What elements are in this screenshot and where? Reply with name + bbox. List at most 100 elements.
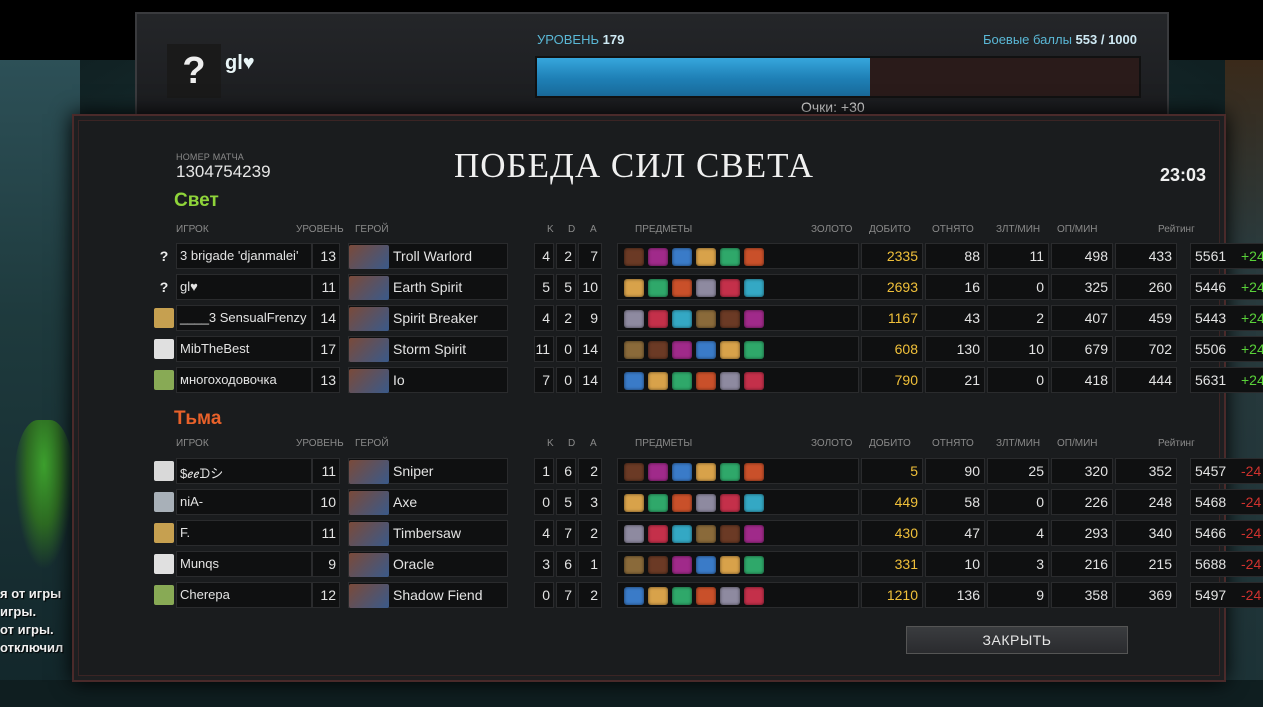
item-icon[interactable] bbox=[744, 525, 764, 543]
item-icon[interactable] bbox=[672, 494, 692, 512]
experience-per-minute: 248 bbox=[1148, 494, 1172, 510]
player-row[interactable]: $ℯℯᗪシ 11 Sniper 1 6 2 5 90 25 320 352 5457 -24 bbox=[150, 458, 1263, 484]
player-row[interactable]: F. 11 Timbersaw 4 7 2 430 47 4 293 340 5466 -24 bbox=[150, 520, 1263, 546]
item-icon[interactable] bbox=[624, 341, 644, 359]
item-icon[interactable] bbox=[720, 525, 740, 543]
chat-message: игры. bbox=[0, 604, 37, 619]
item-icon[interactable] bbox=[672, 341, 692, 359]
player-name[interactable]: ____3 SensualFrenzy bbox=[180, 310, 306, 325]
item-icon[interactable] bbox=[672, 463, 692, 481]
player-row[interactable]: ? gl♥ 11 Earth Spirit 5 5 10 2693 16 0 325 260 5446 +… bbox=[150, 274, 1263, 300]
item-icon[interactable] bbox=[648, 279, 668, 297]
item-icon[interactable] bbox=[696, 248, 716, 266]
hero-cell: Oracle bbox=[348, 551, 508, 577]
item-icon[interactable] bbox=[648, 587, 668, 605]
item-icon[interactable] bbox=[624, 248, 644, 266]
item-icon[interactable] bbox=[672, 310, 692, 328]
item-icon[interactable] bbox=[696, 341, 716, 359]
close-button[interactable]: ЗАКРЫТЬ bbox=[906, 626, 1128, 654]
item-icon[interactable] bbox=[672, 525, 692, 543]
item-icon[interactable] bbox=[720, 341, 740, 359]
player-name[interactable]: MibTheBest bbox=[180, 341, 249, 356]
item-icon[interactable] bbox=[744, 372, 764, 390]
last-hits-cell: 10 bbox=[925, 551, 985, 577]
denies: 0 bbox=[1036, 372, 1044, 388]
item-icon[interactable] bbox=[696, 279, 716, 297]
item-icon[interactable] bbox=[720, 279, 740, 297]
assists-cell: 14 bbox=[578, 336, 602, 362]
item-icon[interactable] bbox=[720, 494, 740, 512]
item-icon[interactable] bbox=[696, 587, 716, 605]
column-header-items: ПРЕДМЕТЫ bbox=[635, 438, 693, 449]
item-icon[interactable] bbox=[744, 279, 764, 297]
player-name[interactable]: Munqs bbox=[180, 556, 219, 571]
item-icon[interactable] bbox=[696, 556, 716, 574]
item-icon[interactable] bbox=[624, 279, 644, 297]
item-icon[interactable] bbox=[696, 494, 716, 512]
player-name[interactable]: многоходовочка bbox=[180, 372, 277, 387]
hero-portrait-icon bbox=[349, 491, 389, 515]
item-icon[interactable] bbox=[720, 248, 740, 266]
item-icon[interactable] bbox=[624, 494, 644, 512]
denies: 3 bbox=[1036, 556, 1044, 572]
item-icon[interactable] bbox=[624, 525, 644, 543]
item-icon[interactable] bbox=[696, 372, 716, 390]
item-icon[interactable] bbox=[648, 248, 668, 266]
item-icon[interactable] bbox=[648, 525, 668, 543]
item-icon[interactable] bbox=[744, 248, 764, 266]
player-row[interactable]: niA- 10 Axe 0 5 3 449 58 0 226 248 5468 -24 bbox=[150, 489, 1263, 515]
item-icon[interactable] bbox=[744, 556, 764, 574]
player-row[interactable]: многоходовочка 13 Io 7 0 14 790 21 0 418 444 5631 +2… bbox=[150, 367, 1263, 393]
item-icon[interactable] bbox=[624, 556, 644, 574]
item-icon[interactable] bbox=[624, 372, 644, 390]
item-icon[interactable] bbox=[720, 372, 740, 390]
item-icon[interactable] bbox=[744, 494, 764, 512]
item-icon[interactable] bbox=[648, 341, 668, 359]
item-icon[interactable] bbox=[624, 587, 644, 605]
player-name-cell: niA- bbox=[176, 489, 312, 515]
player-name[interactable]: $ℯℯᗪシ bbox=[180, 463, 223, 482]
item-icon[interactable] bbox=[624, 463, 644, 481]
item-icon[interactable] bbox=[672, 248, 692, 266]
player-name[interactable]: 3 brigade 'djanmalei' bbox=[180, 248, 298, 263]
gold-per-minute: 498 bbox=[1084, 248, 1108, 264]
player-name[interactable]: Cherepa bbox=[180, 587, 230, 602]
player-row[interactable]: Munqs 9 Oracle 3 6 1 331 10 3 216 215 5688 -24 bbox=[150, 551, 1263, 577]
player-row[interactable]: MibTheBest 17 Storm Spirit 11 0 14 608 130 10 679… bbox=[150, 336, 1263, 362]
item-icon[interactable] bbox=[648, 310, 668, 328]
rating-cell: 5466 -24 bbox=[1190, 520, 1263, 546]
item-icon[interactable] bbox=[696, 463, 716, 481]
player-row[interactable]: Cherepa 12 Shadow Fiend 0 7 2 1210 136 9 358 369 54… bbox=[150, 582, 1263, 608]
item-icon[interactable] bbox=[672, 556, 692, 574]
item-icon[interactable] bbox=[648, 494, 668, 512]
denies: 9 bbox=[1036, 587, 1044, 603]
player-name[interactable]: gl♥ bbox=[180, 279, 198, 294]
battle-points: Боевые баллы 553 / 1000 bbox=[983, 32, 1137, 47]
item-icon[interactable] bbox=[624, 310, 644, 328]
item-icon[interactable] bbox=[648, 556, 668, 574]
rating-change: +24 bbox=[1241, 372, 1263, 388]
item-icon[interactable] bbox=[696, 310, 716, 328]
item-icon[interactable] bbox=[744, 463, 764, 481]
item-icon[interactable] bbox=[696, 525, 716, 543]
gold-cell: 2693 bbox=[861, 274, 923, 300]
player-name[interactable]: F. bbox=[180, 525, 190, 540]
last-hits: 58 bbox=[964, 494, 980, 510]
item-icon[interactable] bbox=[720, 556, 740, 574]
item-icon[interactable] bbox=[720, 463, 740, 481]
item-icon[interactable] bbox=[672, 587, 692, 605]
item-icon[interactable] bbox=[648, 463, 668, 481]
item-icon[interactable] bbox=[672, 279, 692, 297]
player-row[interactable]: ____3 SensualFrenzy 14 Spirit Breaker 4 2 9 11… bbox=[150, 305, 1263, 331]
hero-cell: Timbersaw bbox=[348, 520, 508, 546]
player-row[interactable]: ? 3 brigade 'djanmalei' 13 Troll Warlord 4 2 7… bbox=[150, 243, 1263, 269]
item-icon[interactable] bbox=[744, 341, 764, 359]
item-icon[interactable] bbox=[720, 310, 740, 328]
item-icon[interactable] bbox=[720, 587, 740, 605]
player-name[interactable]: niA- bbox=[180, 494, 203, 509]
item-icon[interactable] bbox=[744, 587, 764, 605]
item-icon[interactable] bbox=[744, 310, 764, 328]
item-icon[interactable] bbox=[672, 372, 692, 390]
item-icon[interactable] bbox=[648, 372, 668, 390]
gold-per-minute: 320 bbox=[1084, 463, 1108, 479]
